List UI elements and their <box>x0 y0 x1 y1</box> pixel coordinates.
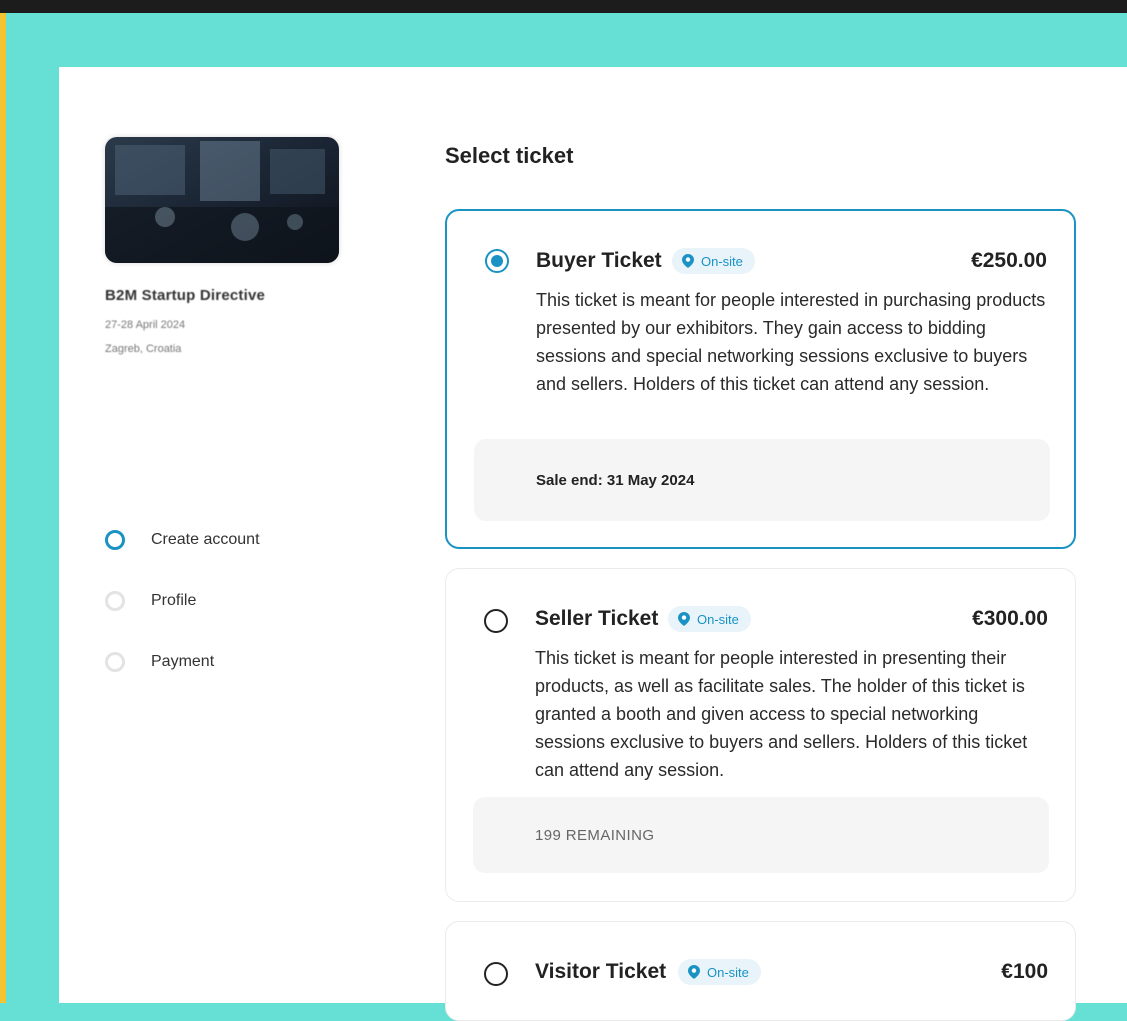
ticket-remaining: 199 REMAINING <box>473 797 1049 873</box>
step-active-circle-icon <box>105 530 125 550</box>
badge-label: On-site <box>697 611 739 627</box>
checkout-panel: B2M Startup Directive 27-28 April 2024 Z… <box>59 67 1127 1021</box>
step-payment[interactable]: Payment <box>105 648 214 676</box>
ticket-badge: On-site <box>668 606 751 632</box>
ticket-name: Buyer Ticket <box>536 249 662 272</box>
location-pin-icon <box>678 612 690 626</box>
event-venue: Zagreb, Croatia <box>105 343 182 355</box>
location-pin-icon <box>682 254 694 268</box>
step-circle-icon <box>105 652 125 672</box>
step-create-account[interactable]: Create account <box>105 526 260 554</box>
ticket-price: €100 <box>1001 960 1048 983</box>
ticket-sale-end: Sale end: 31 May 2024 <box>474 439 1050 521</box>
ticket-name: Visitor Ticket <box>535 960 667 983</box>
event-image <box>105 137 339 263</box>
badge-label: On-site <box>707 964 749 980</box>
ticket-radio-visitor[interactable] <box>484 962 508 986</box>
ticket-badge: On-site <box>678 959 761 985</box>
ticket-name: Seller Ticket <box>535 607 659 630</box>
location-pin-icon <box>688 965 700 979</box>
step-circle-icon <box>105 591 125 611</box>
section-title: Select ticket <box>445 143 574 168</box>
ticket-card-seller[interactable]: Seller Ticket On-site €300.00 This ticke… <box>445 568 1076 902</box>
ticket-radio-seller[interactable] <box>484 609 508 633</box>
window-top-bar <box>0 0 1127 13</box>
left-accent-strip <box>0 13 6 1003</box>
event-name: B2M Startup Directive <box>105 287 266 304</box>
step-label: Payment <box>151 653 215 670</box>
event-photo <box>105 137 339 263</box>
step-label: Profile <box>151 592 197 609</box>
ticket-card-visitor[interactable]: Visitor Ticket On-site €100 <box>445 921 1076 1021</box>
ticket-card-buyer[interactable]: Buyer Ticket On-site €250.00 This ticket… <box>445 209 1076 549</box>
ticket-badge: On-site <box>672 248 755 274</box>
ticket-price: €250.00 <box>971 249 1047 272</box>
step-label: Create account <box>151 531 260 548</box>
ticket-radio-buyer[interactable] <box>485 249 509 273</box>
ticket-price: €300.00 <box>972 607 1048 630</box>
ticket-description: This ticket is meant for people interest… <box>536 290 1046 394</box>
badge-label: On-site <box>701 253 743 269</box>
step-profile[interactable]: Profile <box>105 587 196 615</box>
ticket-description: This ticket is meant for people interest… <box>535 648 1028 780</box>
event-dates: 27-28 April 2024 <box>105 319 186 331</box>
